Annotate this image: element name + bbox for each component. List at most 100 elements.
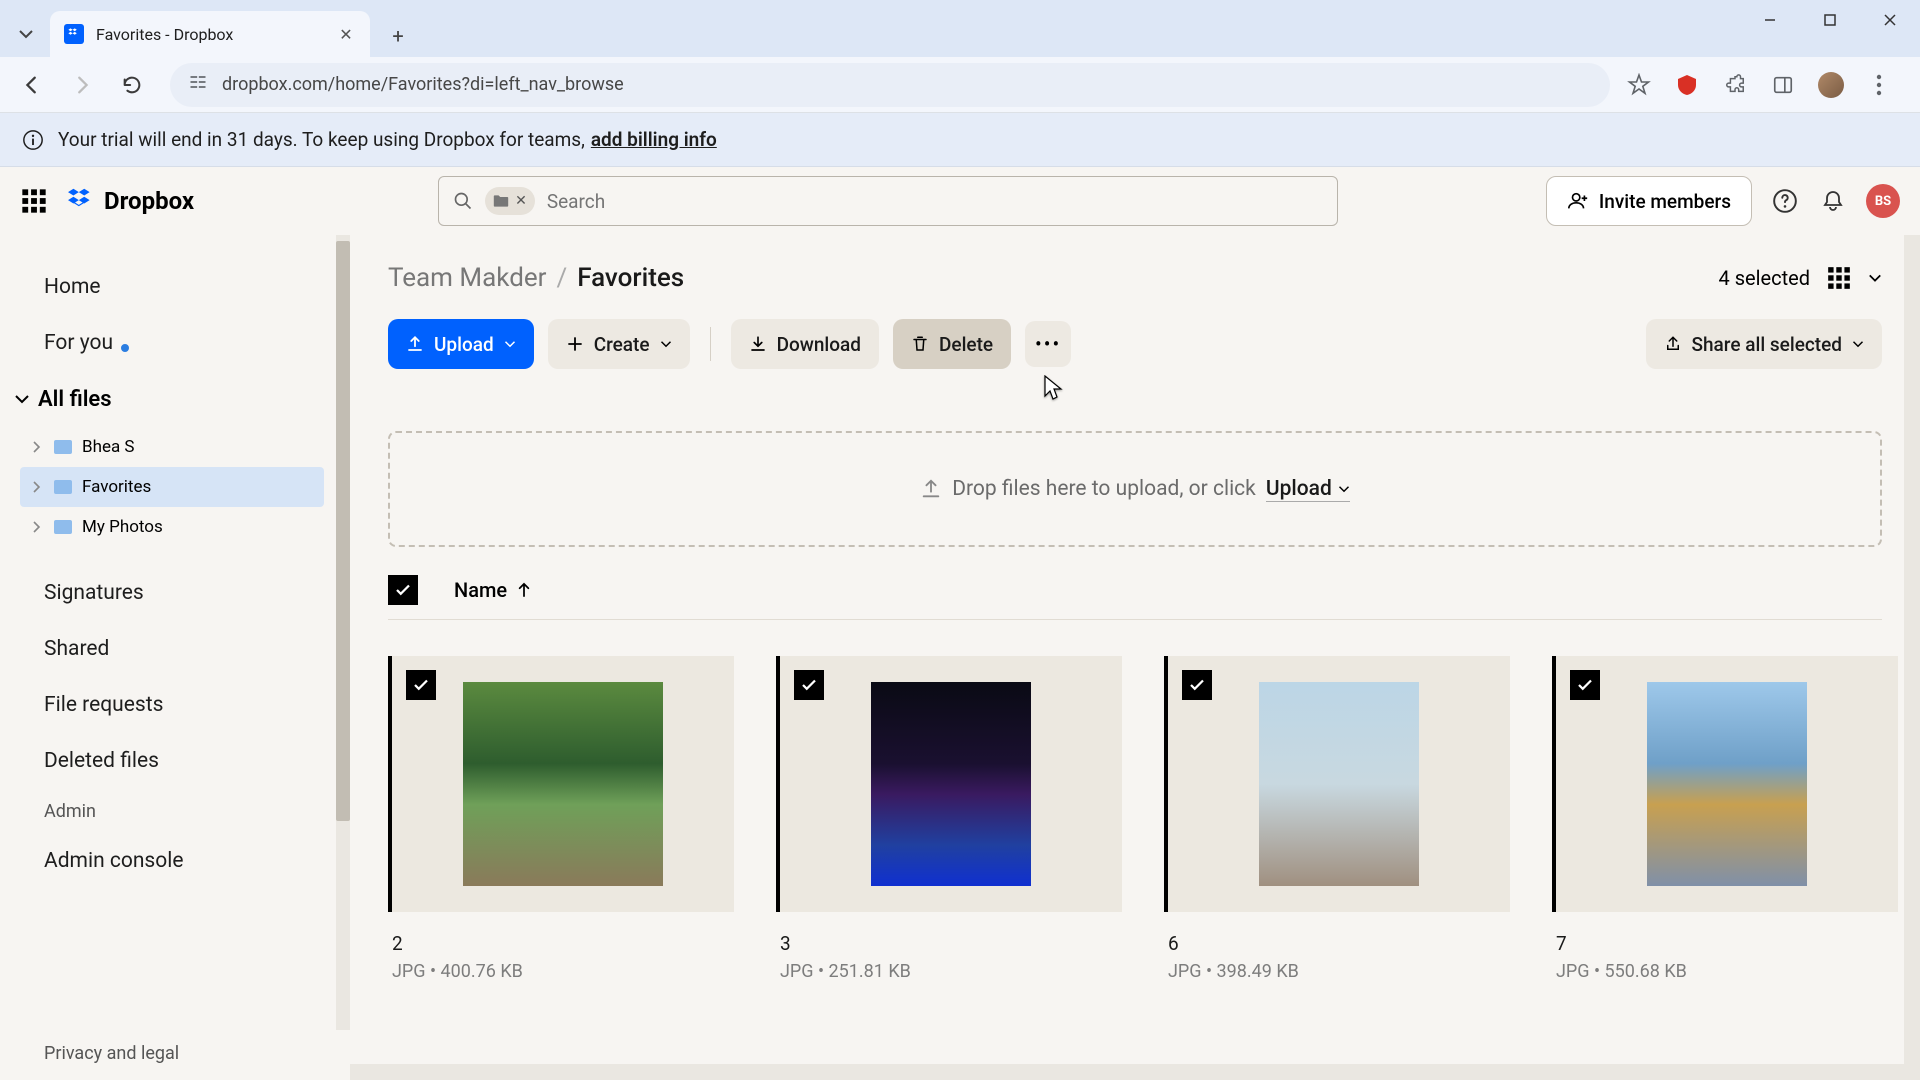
file-select-checkbox[interactable]	[1182, 670, 1212, 700]
file-name[interactable]: 3	[776, 932, 1122, 955]
sidebar-item-file-requests[interactable]: File requests	[0, 677, 350, 733]
trash-icon	[911, 334, 929, 354]
select-all-checkbox[interactable]	[388, 575, 418, 605]
tab-list-dropdown[interactable]	[8, 16, 44, 52]
file-select-checkbox[interactable]	[406, 670, 436, 700]
chevron-right-icon	[30, 481, 44, 493]
breadcrumb-current: Favorites	[577, 263, 684, 293]
window-maximize[interactable]	[1800, 0, 1860, 40]
file-name[interactable]: 6	[1164, 932, 1510, 955]
sidebar-for-you-label: For you	[44, 331, 113, 355]
nav-forward-button[interactable]	[60, 63, 104, 107]
main-vertical-scrollbar[interactable]	[1904, 235, 1920, 1080]
sidebar-item-for-you[interactable]: For you	[0, 315, 350, 371]
download-button[interactable]: Download	[731, 319, 879, 369]
search-folder-chip[interactable]: ✕	[485, 187, 535, 215]
file-card[interactable]: 3 JPG • 251.81 KB	[776, 656, 1122, 982]
notifications-button[interactable]	[1818, 186, 1848, 216]
file-grid: 2 JPG • 400.76 KB 3 JPG • 251.81 KB	[388, 656, 1882, 982]
upload-label: Upload	[434, 333, 494, 356]
tree-item-label: My Photos	[82, 517, 163, 537]
image-preview	[1647, 682, 1807, 886]
bookmark-star-icon[interactable]	[1626, 72, 1652, 98]
sidebar-item-deleted-files[interactable]: Deleted files	[0, 733, 350, 789]
sidebar-scrollbar[interactable]	[336, 235, 350, 1030]
side-panel-icon[interactable]	[1770, 72, 1796, 98]
tree-item-label: Bhea S	[82, 437, 135, 457]
sort-ascending-icon	[517, 582, 531, 598]
search-input[interactable]	[547, 190, 1323, 213]
window-close[interactable]	[1860, 0, 1920, 40]
file-thumbnail[interactable]	[1164, 656, 1510, 912]
profile-avatar[interactable]	[1818, 72, 1844, 98]
share-all-button[interactable]: Share all selected	[1646, 319, 1883, 369]
delete-button[interactable]: Delete	[893, 319, 1011, 369]
main-horizontal-scrollbar[interactable]	[350, 1064, 1904, 1080]
chevron-down-icon	[1338, 483, 1350, 495]
sidebar-item-admin-console[interactable]: Admin console	[0, 833, 350, 889]
dropzone-upload-link[interactable]: Upload	[1266, 477, 1350, 502]
grid-view-icon[interactable]	[1826, 265, 1852, 291]
file-thumbnail[interactable]	[388, 656, 734, 912]
sidebar-item-home[interactable]: Home	[0, 259, 350, 315]
tree-item-favorites[interactable]: Favorites	[20, 467, 324, 507]
dropbox-logo[interactable]: Dropbox	[66, 186, 194, 216]
check-icon	[394, 581, 412, 599]
nav-back-button[interactable]	[10, 63, 54, 107]
site-settings-icon[interactable]	[188, 72, 208, 97]
upload-button[interactable]: Upload	[388, 319, 534, 369]
address-bar[interactable]: dropbox.com/home/Favorites?di=left_nav_b…	[170, 63, 1610, 107]
file-name[interactable]: 2	[388, 932, 734, 955]
chevron-down-icon	[18, 26, 34, 42]
chip-clear-icon[interactable]: ✕	[515, 193, 527, 209]
chevron-right-icon	[30, 521, 44, 533]
nav-reload-button[interactable]	[110, 63, 154, 107]
sidebar-item-privacy-legal[interactable]: Privacy and legal	[0, 1023, 350, 1080]
column-header: Name	[388, 575, 1882, 620]
image-preview	[871, 682, 1031, 886]
chevron-down-icon	[1852, 338, 1864, 350]
user-avatar-badge[interactable]: BS	[1866, 184, 1900, 218]
file-select-checkbox[interactable]	[794, 670, 824, 700]
file-thumbnail[interactable]	[776, 656, 1122, 912]
chrome-menu-icon[interactable]	[1866, 72, 1892, 98]
chevron-down-icon[interactable]	[1868, 271, 1882, 285]
app-launcher-icon[interactable]	[20, 187, 48, 215]
tab-close-button[interactable]: ✕	[336, 24, 356, 44]
tree-item-bhea-s[interactable]: Bhea S	[20, 427, 324, 467]
more-actions-button[interactable]: •••	[1025, 321, 1071, 367]
extensions-puzzle-icon[interactable]	[1722, 72, 1748, 98]
sidebar-item-shared[interactable]: Shared	[0, 621, 350, 677]
invite-members-button[interactable]: Invite members	[1546, 176, 1752, 226]
delete-label: Delete	[939, 333, 993, 356]
folder-icon	[54, 520, 72, 534]
brand-name: Dropbox	[104, 187, 194, 215]
banner-text: Your trial will end in 31 days. To keep …	[58, 128, 585, 151]
tree-item-my-photos[interactable]: My Photos	[20, 507, 324, 547]
file-select-checkbox[interactable]	[1570, 670, 1600, 700]
file-meta: JPG • 251.81 KB	[776, 961, 1122, 982]
file-dropzone[interactable]: Drop files here to upload, or click Uplo…	[388, 431, 1882, 547]
sidebar-item-signatures[interactable]: Signatures	[0, 565, 350, 621]
check-icon	[1188, 676, 1206, 694]
upload-icon	[920, 478, 942, 500]
help-button[interactable]	[1770, 186, 1800, 216]
file-card[interactable]: 6 JPG • 398.49 KB	[1164, 656, 1510, 982]
file-card[interactable]: 2 JPG • 400.76 KB	[388, 656, 734, 982]
window-minimize[interactable]	[1740, 0, 1800, 40]
breadcrumb-parent[interactable]: Team Makder	[388, 263, 546, 293]
file-card[interactable]: 7 JPG • 550.68 KB	[1552, 656, 1898, 982]
new-tab-button[interactable]: +	[380, 18, 416, 54]
file-thumbnail[interactable]	[1552, 656, 1898, 912]
search-box[interactable]: ✕	[438, 176, 1338, 226]
sidebar-item-all-files[interactable]: All files	[0, 371, 350, 427]
add-billing-link[interactable]: add billing info	[591, 128, 717, 151]
folder-icon	[54, 440, 72, 454]
extension-ublock-icon[interactable]	[1674, 72, 1700, 98]
browser-tab-active[interactable]: Favorites - Dropbox ✕	[50, 11, 370, 57]
create-button[interactable]: Create	[548, 319, 690, 369]
check-icon	[1576, 676, 1594, 694]
download-label: Download	[777, 333, 861, 356]
column-name-header[interactable]: Name	[454, 578, 531, 602]
file-name[interactable]: 7	[1552, 932, 1898, 955]
